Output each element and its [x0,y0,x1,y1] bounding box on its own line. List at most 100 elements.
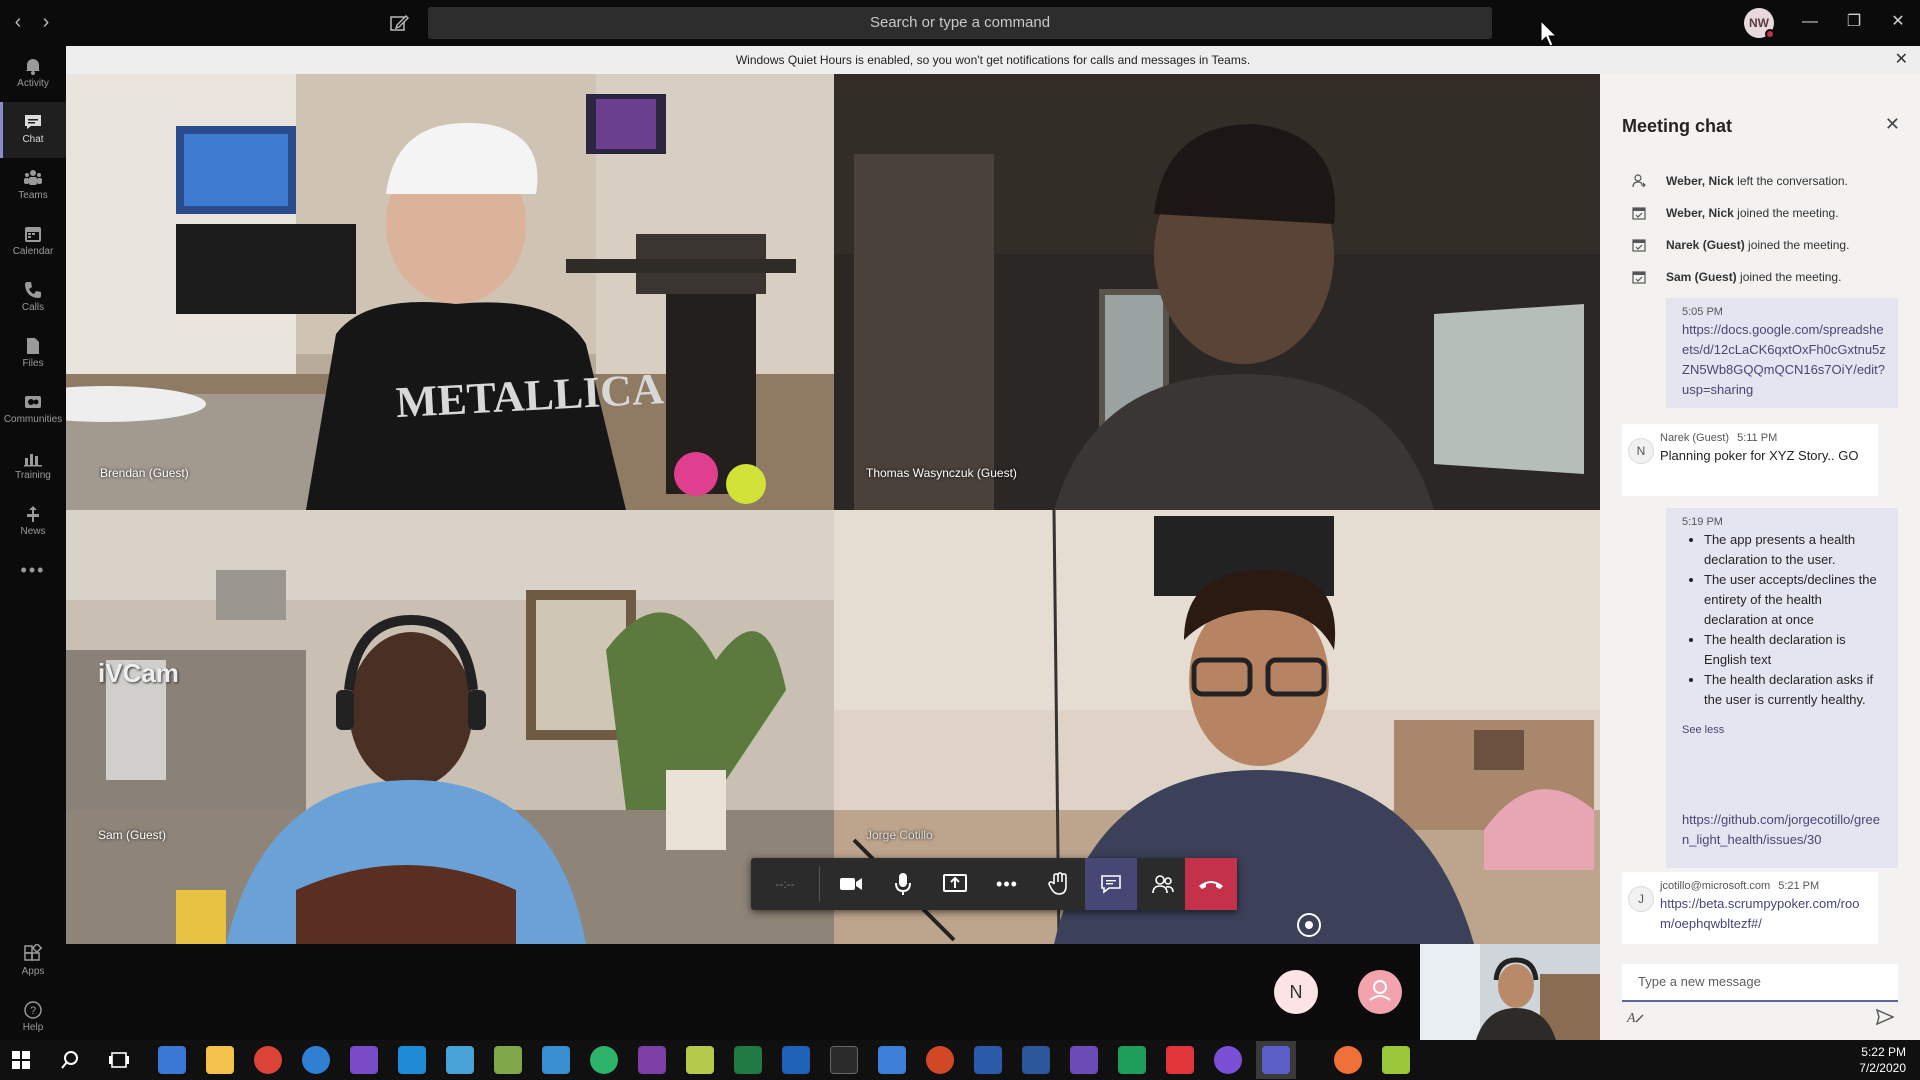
quiet-hours-banner: Windows Quiet Hours is enabled, so you w… [66,46,1920,74]
message-time: 5:11 PM [1737,432,1778,444]
close-panel-icon[interactable]: ✕ [1885,114,1900,135]
app-icon-1[interactable] [158,1046,186,1074]
video-tile-thomas[interactable]: Thomas Wasynczuk (Guest) [834,74,1600,510]
self-view-video[interactable] [1420,944,1600,1040]
see-less-link[interactable]: See less [1682,720,1886,740]
meeting-joined-icon [1632,239,1646,252]
windows-taskbar: 5:22 PM 7/2/2020 [0,1040,1920,1080]
rail-help[interactable]: ? Help [0,990,66,1040]
maximize-button[interactable]: ❐ [1842,10,1866,34]
rail-news[interactable]: News [0,494,66,550]
terminal-icon[interactable] [830,1046,858,1074]
video-feed [66,510,834,944]
rail-calendar[interactable]: Calendar [0,214,66,270]
rail-chat[interactable]: Chat [0,102,66,158]
share-screen-button[interactable] [929,858,981,910]
chrome-icon[interactable] [254,1046,282,1074]
windows-start-icon[interactable] [12,1051,30,1069]
onenote-icon[interactable] [638,1046,666,1074]
show-participants-button[interactable] [1137,858,1189,910]
visual-studio-2-icon[interactable] [1070,1046,1098,1074]
mouse-pointer-icon [1540,19,1558,48]
call-controls-bar: --:-- ••• [751,858,1237,910]
sender-avatar[interactable]: N [1628,438,1654,464]
chat-icon [1101,875,1121,894]
show-chat-button[interactable] [1085,858,1137,910]
close-banner-icon[interactable]: ✕ [1895,46,1908,74]
participant-bubble-guest[interactable] [1358,970,1402,1014]
format-icon[interactable]: A [1626,1008,1644,1026]
message-link[interactable]: https://docs.google.com/spreadsheets/d/1… [1682,320,1886,400]
video-tile-brendan[interactable]: METALLICA Brendan (Guest) [66,74,834,510]
app-icon-6[interactable] [878,1046,906,1074]
task-view-icon[interactable] [108,1050,130,1070]
hang-up-button[interactable] [1185,858,1237,910]
visual-studio-icon[interactable] [350,1046,378,1074]
video-tile-sam[interactable]: iVCam Sam (Guest) [66,510,834,944]
sender-avatar[interactable]: J [1628,886,1654,912]
powerpoint-icon[interactable] [926,1046,954,1074]
rail-label: Apps [21,966,45,977]
rail-apps[interactable]: Apps [0,934,66,990]
notepad-icon[interactable] [686,1046,714,1074]
bullet-item: The app presents a health declaration to… [1704,530,1886,570]
app-icon-9[interactable] [1382,1046,1410,1074]
banner-text: Windows Quiet Hours is enabled, so you w… [735,53,1251,67]
participant-name: Sam (Guest) [98,828,167,842]
meeting-chat-panel: Meeting chat ✕ Weber, Nick left the conv… [1600,74,1920,1040]
new-chat-icon[interactable] [388,12,410,34]
more-apps-button[interactable]: ••• [0,550,66,590]
system-clock[interactable]: 5:22 PM 7/2/2020 [1859,1044,1906,1076]
app-icon-4[interactable] [542,1046,570,1074]
intellij-icon[interactable] [1166,1046,1194,1074]
close-window-button[interactable]: ✕ [1886,10,1910,34]
vscode-icon[interactable] [398,1046,426,1074]
search-icon[interactable] [60,1050,80,1070]
minimize-button[interactable]: — [1798,10,1822,34]
file-explorer-icon[interactable] [206,1046,234,1074]
rail-communities[interactable]: Communities [0,382,66,438]
rail-training[interactable]: Training [0,438,66,494]
participant-bubble-n[interactable]: N [1274,970,1318,1014]
message-link[interactable]: https://beta.scrumpypoker.com/room/oephq… [1660,894,1864,934]
rail-label: News [20,526,46,537]
outlook-icon[interactable] [782,1046,810,1074]
mic-button[interactable] [877,858,929,910]
system-actor: Weber, Nick [1666,174,1734,188]
system-actor: Narek (Guest) [1666,238,1745,252]
raise-hand-button[interactable] [1033,858,1085,910]
search-input[interactable]: Search or type a command [428,7,1492,39]
forward-icon[interactable]: › [36,11,56,33]
rail-files[interactable]: Files [0,326,66,382]
teams-taskbar-icon[interactable] [1262,1046,1290,1074]
camera-button[interactable] [825,858,877,910]
system-message: Sam (Guest) joined the meeting. [1632,268,1902,286]
back-icon[interactable]: ‹ [8,11,28,33]
app-icon-8[interactable] [1214,1046,1242,1074]
word-icon[interactable] [1022,1046,1050,1074]
rail-activity[interactable]: Activity [0,46,66,102]
more-actions-button[interactable]: ••• [981,858,1033,910]
app-icon-5[interactable] [590,1046,618,1074]
visio-icon[interactable] [974,1046,1002,1074]
system-message: Weber, Nick joined the meeting. [1632,204,1902,222]
app-icon-7[interactable] [1118,1046,1146,1074]
message-link[interactable]: https://github.com/jorgecotillo/green_li… [1682,810,1886,850]
message-input[interactable]: Type a new message [1622,964,1898,1002]
message-time: 5:21 PM [1778,880,1820,892]
message-time: 5:05 PM [1682,306,1723,318]
rail-label: Calls [21,302,45,313]
hand-icon [1048,872,1067,895]
system-text: joined the meeting. [1736,270,1842,284]
edge-icon[interactable] [302,1046,330,1074]
rail-calls[interactable]: Calls [0,270,66,326]
rail-teams[interactable]: Teams [0,158,66,214]
app-icon-2[interactable] [446,1046,474,1074]
my-message: https://github.com/jorgecotillo/green_li… [1666,804,1898,856]
excel-icon[interactable] [734,1046,762,1074]
firefox-icon[interactable] [1334,1046,1362,1074]
send-icon[interactable] [1876,1008,1894,1026]
panel-title: Meeting chat [1622,116,1733,136]
profile-avatar[interactable]: NW [1744,8,1775,39]
app-icon-3[interactable] [494,1046,522,1074]
